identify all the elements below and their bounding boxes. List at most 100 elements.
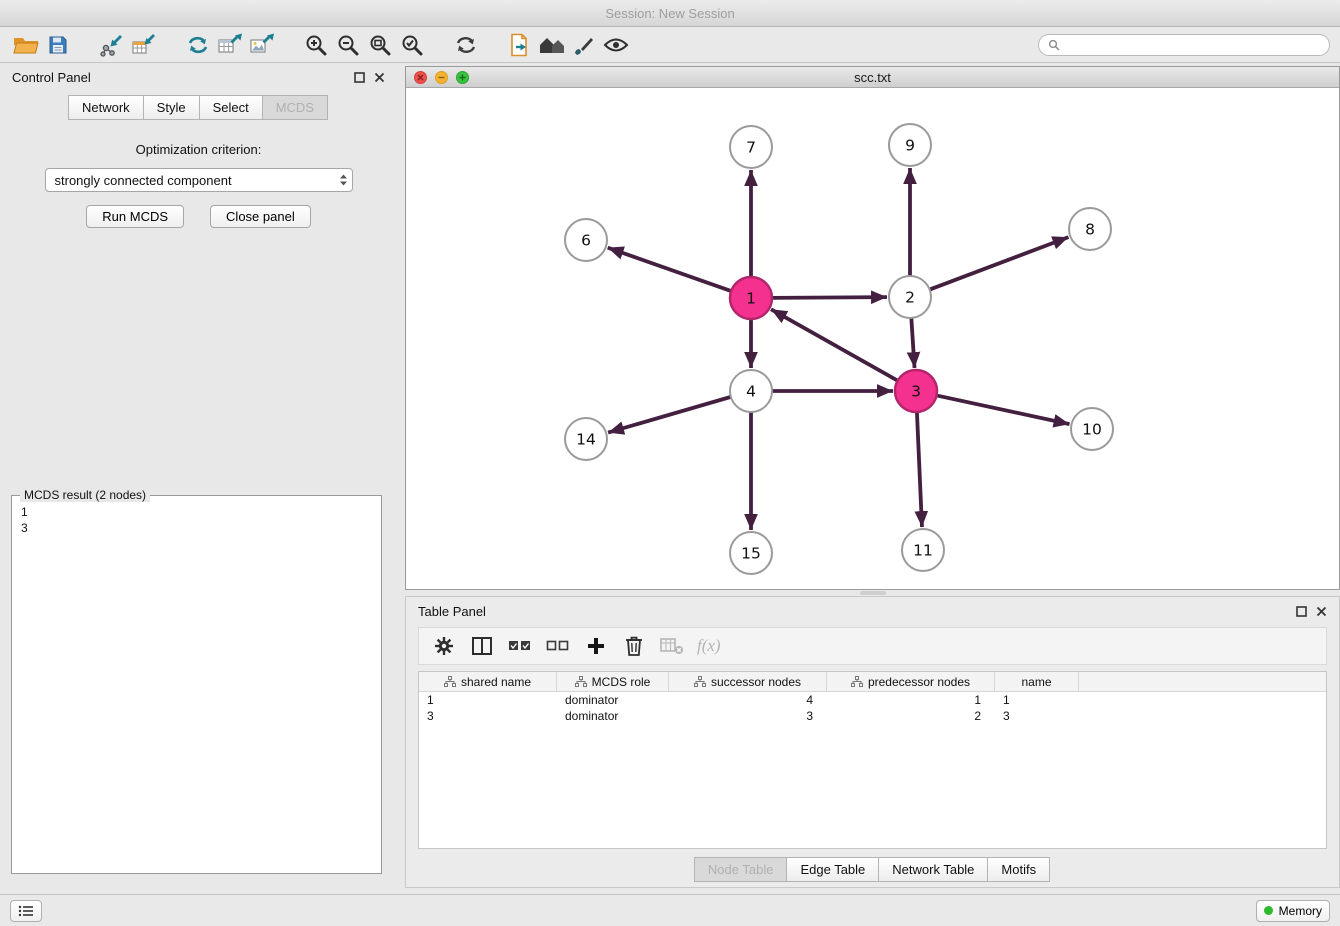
search-box[interactable] [1038, 34, 1330, 56]
trash-icon [625, 635, 643, 657]
graph-node-14[interactable]: 14 [565, 418, 607, 460]
function-builder-button[interactable]: f(x) [695, 631, 721, 661]
open-session-button[interactable] [10, 30, 42, 60]
window-minimize-button[interactable] [435, 71, 448, 84]
memory-button[interactable]: Memory [1256, 900, 1330, 922]
zoom-in-button[interactable] [300, 30, 332, 60]
graph-node-7[interactable]: 7 [730, 126, 772, 168]
run-mcds-button[interactable]: Run MCDS [86, 205, 184, 228]
graph-edge-1-2[interactable] [772, 297, 887, 298]
column-header-shared-name[interactable]: shared name [419, 672, 557, 691]
graph-node-11[interactable]: 11 [902, 529, 944, 571]
zoom-fit-button[interactable] [364, 30, 396, 60]
home-button[interactable] [536, 30, 568, 60]
graph-node-10[interactable]: 10 [1071, 408, 1113, 450]
delete-table-button[interactable] [657, 631, 687, 661]
close-panel-button[interactable] [374, 72, 385, 83]
cell-mcds-role[interactable]: dominator [557, 709, 669, 723]
table-row[interactable]: 3 dominator 3 2 3 [419, 708, 1326, 724]
tab-style[interactable]: Style [143, 95, 200, 120]
cell-name[interactable]: 3 [995, 709, 1079, 723]
graph-node-15[interactable]: 15 [730, 532, 772, 574]
graph-edge-3-1[interactable] [771, 309, 898, 380]
save-session-button[interactable] [42, 30, 74, 60]
zoom-out-button[interactable] [332, 30, 364, 60]
show-columns-button[interactable] [467, 631, 497, 661]
gear-icon [433, 635, 455, 657]
image-export-icon [249, 33, 275, 57]
graph-edge-2-3[interactable] [911, 318, 914, 368]
table-header-row: shared name MCDS role successor nodes pr… [419, 672, 1326, 692]
graph-node-3[interactable]: 3 [895, 370, 937, 412]
graph-edge-1-6[interactable] [608, 248, 731, 291]
table-row[interactable]: 1 dominator 4 1 1 [419, 692, 1326, 708]
cell-name[interactable]: 1 [995, 693, 1079, 707]
tab-network[interactable]: Network [68, 95, 144, 120]
main-toolbar [0, 27, 1340, 63]
search-input[interactable] [1065, 38, 1320, 52]
graph-canvas[interactable]: 7 9 6 8 1 2 4 3 14 10 15 11 [406, 88, 1339, 589]
tab-motifs[interactable]: Motifs [987, 857, 1050, 882]
tab-mcds[interactable]: MCDS [262, 95, 328, 120]
window-close-button[interactable] [414, 71, 427, 84]
tab-network-table[interactable]: Network Table [878, 857, 988, 882]
column-header-predecessor-nodes[interactable]: predecessor nodes [827, 672, 995, 691]
column-header-name[interactable]: name [995, 672, 1079, 691]
zoom-selected-button[interactable] [396, 30, 428, 60]
zoom-in-icon [304, 33, 328, 57]
import-table-button[interactable] [128, 30, 160, 60]
graph-node-2[interactable]: 2 [889, 276, 931, 318]
show-hide-button[interactable] [600, 30, 632, 60]
svg-text:1: 1 [746, 290, 756, 308]
cell-mcds-role[interactable]: dominator [557, 693, 669, 707]
svg-text:14: 14 [576, 431, 596, 449]
network-arrows-icon [186, 33, 210, 57]
svg-text:7: 7 [746, 139, 756, 157]
export-network-button[interactable] [182, 30, 214, 60]
graph-node-1[interactable]: 1 [730, 277, 772, 319]
delete-columns-button[interactable] [619, 631, 649, 661]
control-panel: Control Panel Network Style Select MCDS … [0, 63, 397, 894]
graph-edge-3-11[interactable] [917, 412, 922, 527]
graph-node-4[interactable]: 4 [730, 370, 772, 412]
cell-predecessor-nodes[interactable]: 1 [827, 693, 995, 707]
apply-layout-button[interactable] [450, 30, 482, 60]
export-image-button[interactable] [246, 30, 278, 60]
tab-node-table[interactable]: Node Table [694, 857, 788, 882]
share-document-button[interactable] [504, 30, 536, 60]
table-panel: Table Panel [405, 596, 1340, 888]
svg-text:6: 6 [581, 232, 591, 250]
column-header-successor-nodes[interactable]: successor nodes [669, 672, 827, 691]
close-table-panel-button[interactable] [1316, 606, 1327, 617]
graph-edge-3-10[interactable] [937, 395, 1070, 424]
add-column-button[interactable] [581, 631, 611, 661]
graph-edge-4-14[interactable] [608, 397, 731, 433]
select-all-button[interactable] [505, 631, 535, 661]
close-panel-action-button[interactable]: Close panel [210, 205, 311, 228]
cell-successor-nodes[interactable]: 3 [669, 709, 827, 723]
tab-select[interactable]: Select [199, 95, 263, 120]
table-options-button[interactable] [429, 631, 459, 661]
deselect-all-button[interactable] [543, 631, 573, 661]
style-brush-button[interactable] [568, 30, 600, 60]
cell-shared-name[interactable]: 3 [419, 709, 557, 723]
vertical-splitter[interactable] [397, 63, 405, 894]
cell-successor-nodes[interactable]: 4 [669, 693, 827, 707]
cell-shared-name[interactable]: 1 [419, 693, 557, 707]
import-network-button[interactable] [96, 30, 128, 60]
graph-node-9[interactable]: 9 [889, 124, 931, 166]
window-zoom-button[interactable] [456, 71, 469, 84]
cell-predecessor-nodes[interactable]: 2 [827, 709, 995, 723]
column-header-mcds-role[interactable]: MCDS role [557, 672, 669, 691]
graph-node-6[interactable]: 6 [565, 219, 607, 261]
graph-edge-2-8[interactable] [930, 237, 1069, 289]
chevron-up-down-icon [339, 173, 348, 187]
graph-node-8[interactable]: 8 [1069, 208, 1111, 250]
float-panel-button[interactable] [354, 72, 365, 83]
float-table-panel-button[interactable] [1296, 606, 1307, 617]
plus-icon [586, 636, 606, 656]
export-table-button[interactable] [214, 30, 246, 60]
tab-edge-table[interactable]: Edge Table [786, 857, 879, 882]
task-history-button[interactable] [10, 900, 42, 922]
optimization-criterion-select[interactable]: strongly connected component [45, 168, 353, 192]
